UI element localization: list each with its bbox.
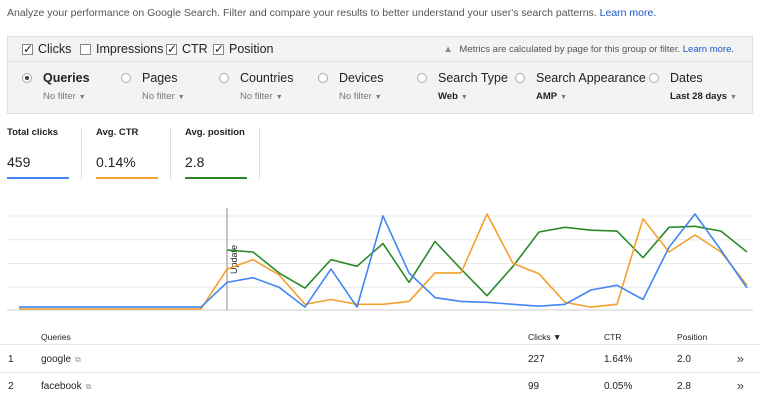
row-query[interactable]: google ⧉ <box>41 354 81 365</box>
metrics-note: ▲ Metrics are calculated by page for thi… <box>443 44 734 55</box>
metric-position-checkbox[interactable]: Position <box>213 42 273 56</box>
radio-selected-icon[interactable] <box>22 73 32 83</box>
filter-queries[interactable]: Queries No filter ▼ <box>22 71 90 102</box>
radio-icon[interactable] <box>121 73 131 83</box>
summary-avg-ctr[interactable]: Avg. CTR 0.14% <box>96 127 158 179</box>
double-chevron-right-icon[interactable]: » <box>737 351 744 366</box>
header-clicks-sorted[interactable]: Clicks ▼ <box>528 332 561 342</box>
filter-search-type[interactable]: Search Type Web ▼ <box>417 71 508 102</box>
header-queries[interactable]: Queries <box>41 332 71 342</box>
row-clicks: 99 <box>528 381 540 392</box>
caret-down-icon: ▼ <box>730 94 737 101</box>
row-rank: 1 <box>8 354 14 365</box>
radio-icon[interactable] <box>515 73 525 83</box>
filter-pages[interactable]: Pages No filter ▼ <box>121 71 185 102</box>
filter-search-type-value[interactable]: Web ▼ <box>438 91 508 102</box>
row-ctr: 0.05% <box>604 381 633 392</box>
header-ctr[interactable]: CTR <box>604 332 621 342</box>
intro-text: Analyze your performance on Google Searc… <box>7 7 656 19</box>
header-position[interactable]: Position <box>677 332 707 342</box>
intro-description: Analyze your performance on Google Searc… <box>7 7 597 19</box>
row-position: 2.8 <box>677 381 691 392</box>
row-ctr: 1.64% <box>604 354 633 365</box>
filter-dates[interactable]: Dates Last 28 days ▼ <box>649 71 737 102</box>
metric-impressions-checkbox[interactable]: Impressions <box>80 42 163 56</box>
filter-devices[interactable]: Devices No filter ▼ <box>318 71 383 102</box>
series-color-underline <box>96 177 158 179</box>
filter-dates-value[interactable]: Last 28 days ▼ <box>670 91 737 102</box>
metrics-bar: Clicks Impressions CTR Position ▲ Metric… <box>7 36 753 62</box>
warning-icon: ▲ <box>443 44 453 55</box>
caret-down-icon: ▼ <box>275 94 283 101</box>
radio-icon[interactable] <box>417 73 427 83</box>
caret-down-icon: ▼ <box>374 94 382 101</box>
table-row[interactable]: 2 facebook ⧉ 99 0.05% 2.8 » <box>0 373 760 399</box>
series-line-clicks[interactable] <box>19 213 748 308</box>
chart-svg: Update <box>7 208 753 311</box>
filter-countries[interactable]: Countries No filter ▼ <box>219 71 294 102</box>
external-link-icon[interactable]: ⧉ <box>86 382 92 391</box>
table-row[interactable]: 1 google ⧉ 227 1.64% 2.0 » <box>0 346 760 373</box>
checkbox-icon <box>166 42 177 56</box>
double-chevron-right-icon[interactable]: » <box>737 378 744 393</box>
metric-clicks-checkbox[interactable]: Clicks <box>22 42 71 56</box>
annotation-label: Update <box>229 245 239 274</box>
row-query[interactable]: facebook ⧉ <box>41 381 91 392</box>
divider <box>81 127 82 179</box>
series-line-ctr[interactable] <box>19 213 748 310</box>
checkbox-icon <box>22 42 33 56</box>
filter-search-appearance[interactable]: Search Appearance AMP ▼ <box>515 71 646 102</box>
checkbox-icon <box>213 42 224 56</box>
summary-total-clicks[interactable]: Total clicks 459 <box>7 127 69 179</box>
learn-more-link[interactable]: Learn more. <box>600 7 657 19</box>
summary-avg-position[interactable]: Avg. position 2.8 <box>185 127 247 179</box>
series-color-underline <box>185 177 247 179</box>
metric-ctr-checkbox[interactable]: CTR <box>166 42 208 56</box>
row-clicks: 227 <box>528 354 545 365</box>
filter-devices-value[interactable]: No filter ▼ <box>339 91 383 102</box>
note-learn-more-link[interactable]: Learn more. <box>683 44 734 55</box>
radio-icon[interactable] <box>219 73 229 83</box>
external-link-icon[interactable]: ⧉ <box>75 355 81 364</box>
filter-countries-value[interactable]: No filter ▼ <box>240 91 294 102</box>
filters-bar: Queries No filter ▼ Pages No filter ▼ Coun… <box>7 62 753 114</box>
row-rank: 2 <box>8 381 14 392</box>
table-header: Queries Clicks ▼ CTR Position <box>0 325 760 345</box>
caret-down-icon: ▼ <box>460 94 468 101</box>
caret-down-icon: ▼ <box>560 94 568 101</box>
performance-chart: Update <box>7 208 753 312</box>
filter-search-appearance-value[interactable]: AMP ▼ <box>536 91 646 102</box>
checkbox-icon <box>80 43 91 55</box>
caret-down-icon: ▼ <box>78 94 86 101</box>
row-position: 2.0 <box>677 354 691 365</box>
divider <box>170 127 171 179</box>
filter-queries-value[interactable]: No filter ▼ <box>43 91 90 102</box>
caret-down-icon: ▼ <box>177 94 185 101</box>
series-line-position[interactable] <box>226 225 748 297</box>
divider <box>259 127 260 179</box>
series-color-underline <box>7 177 69 179</box>
radio-icon[interactable] <box>318 73 328 83</box>
filter-pages-value[interactable]: No filter ▼ <box>142 91 185 102</box>
radio-icon[interactable] <box>649 73 659 83</box>
